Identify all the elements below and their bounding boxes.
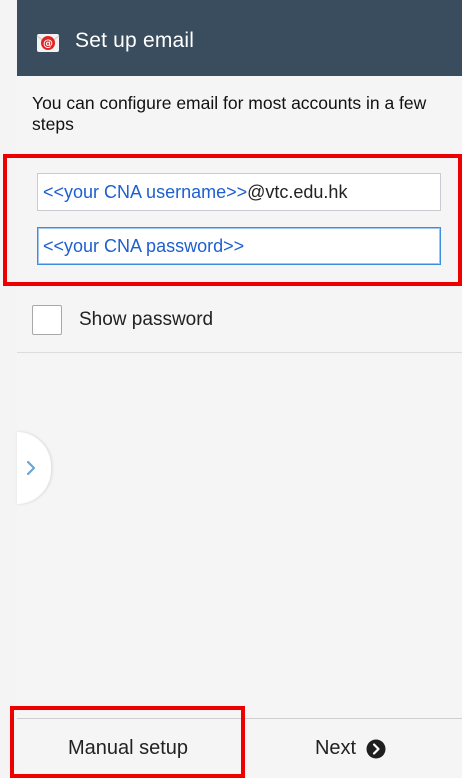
show-password-label: Show password [79,309,214,330]
next-button[interactable]: Next [239,719,462,778]
page-title: Set up email [75,29,195,52]
password-field-hint: <<your CNA password>> [43,235,245,256]
chevron-right-circle-icon [366,739,386,758]
intro-text: You can configure email for most account… [32,93,427,134]
svg-text:@: @ [43,39,53,50]
show-password-row[interactable]: Show password [32,303,213,337]
setup-form: You can configure email for most account… [17,76,462,778]
manual-setup-button[interactable]: Manual setup [17,719,239,778]
email-field-value: @vtc.edu.hk [247,181,348,202]
email-field[interactable]: <<your CNA username>> @vtc.edu.hk [37,173,441,211]
side-drawer-handle[interactable] [17,432,51,504]
email-app-icon: @ [36,34,60,52]
password-field[interactable]: <<your CNA password>> [37,227,441,265]
divider [17,352,462,353]
chevron-right-icon [26,460,36,476]
email-field-hint: <<your CNA username>> [43,181,248,202]
next-label: Next [314,737,357,759]
action-bar: @ Set up email [17,0,462,76]
email-setup-screen: @ Set up email You can configure email f… [0,0,462,778]
manual-setup-label: Manual setup [67,737,189,759]
show-password-checkbox[interactable] [32,305,62,335]
